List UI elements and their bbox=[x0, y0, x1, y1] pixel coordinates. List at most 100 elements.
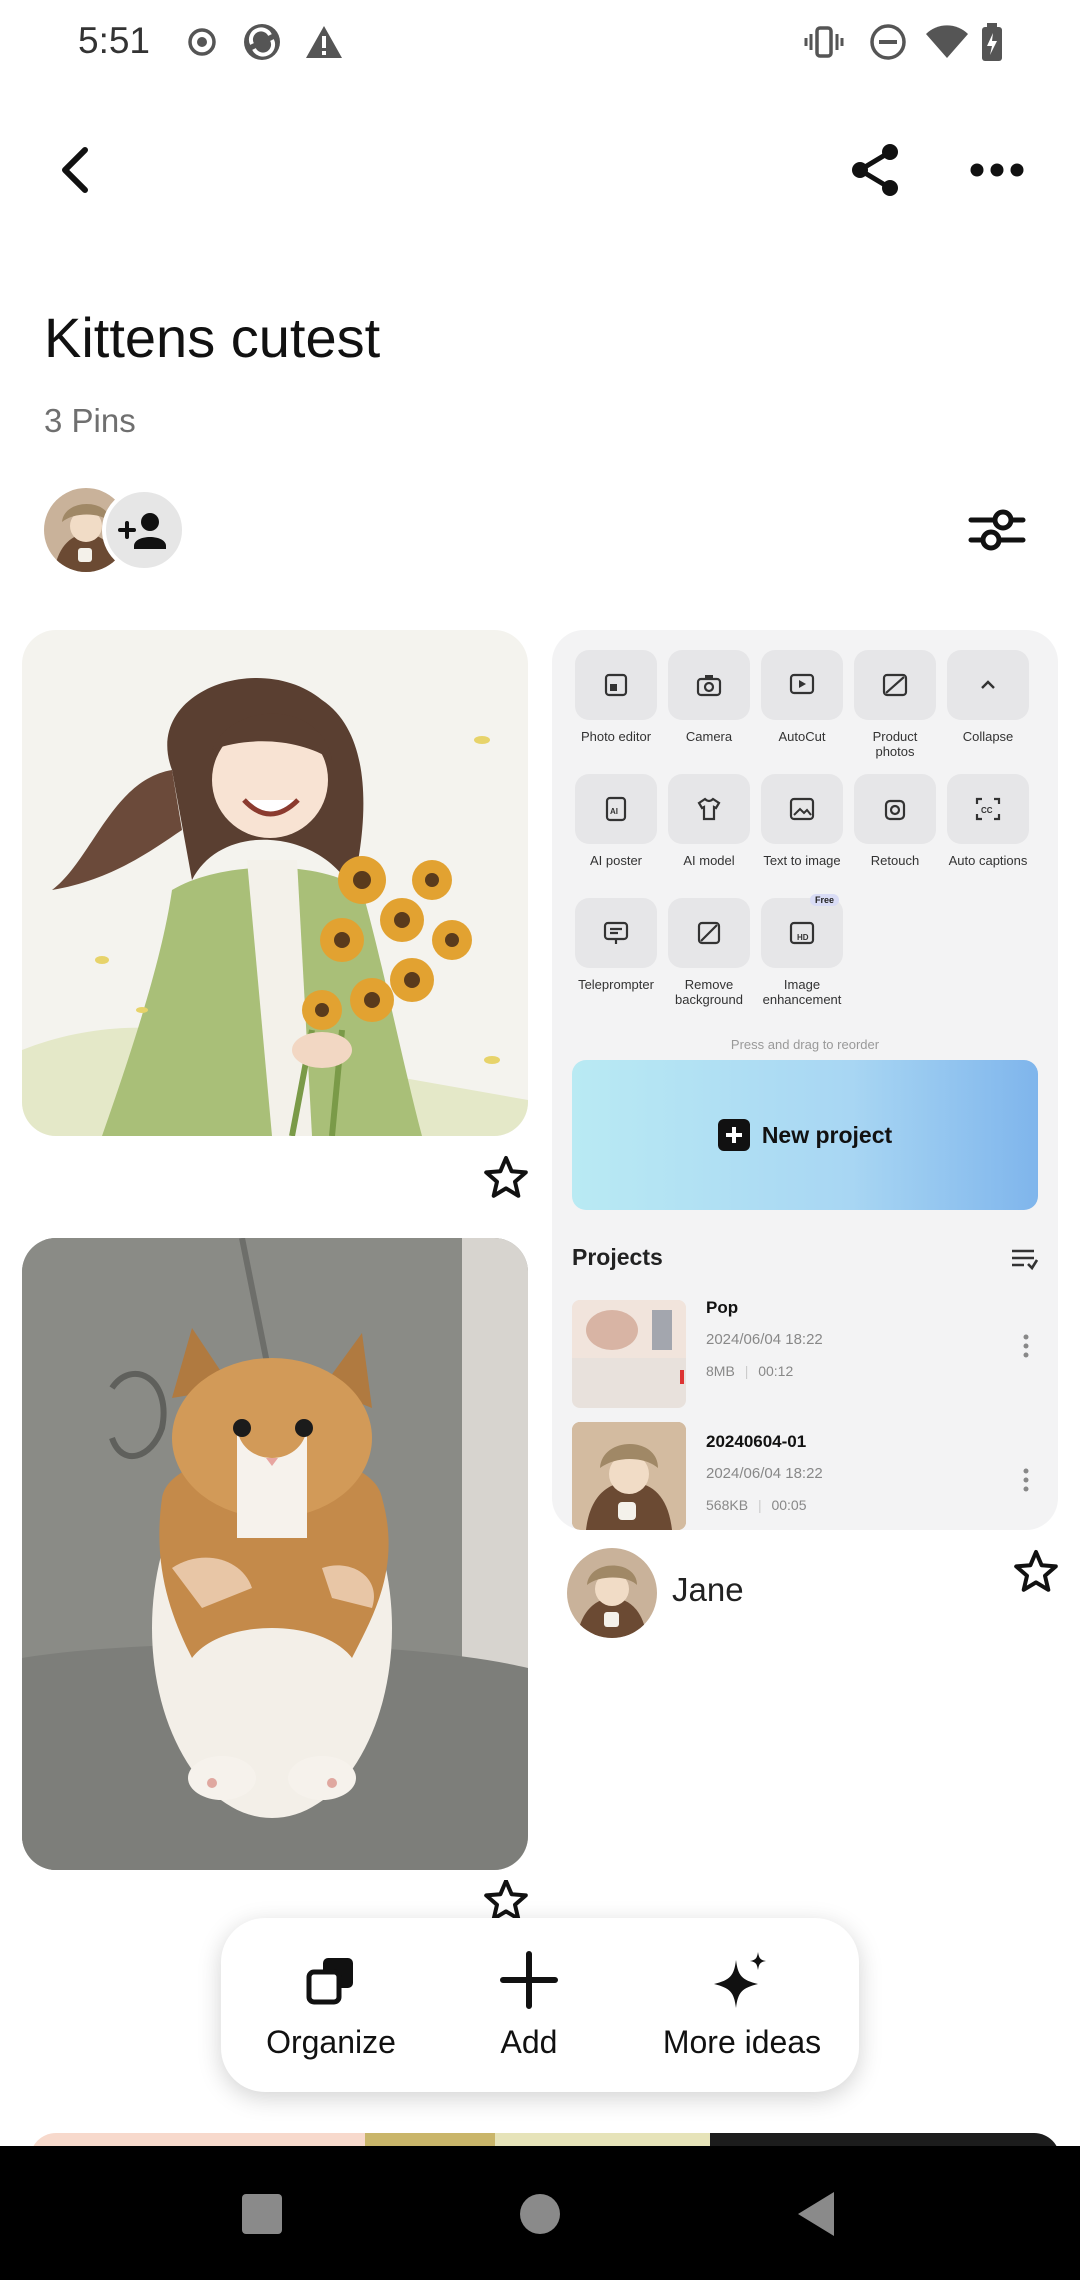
tool-label: AI model bbox=[683, 853, 735, 868]
project-date: 2024/06/04 18:22 bbox=[706, 1465, 823, 1482]
pin-1-artwork bbox=[22, 630, 528, 1136]
photo-editor-icon bbox=[575, 650, 657, 720]
project-meta: 568KB | 00:05 bbox=[706, 1497, 807, 1513]
back-button[interactable] bbox=[35, 130, 115, 210]
sync-app-icon bbox=[242, 22, 282, 62]
tool-auto-captions: CC Auto captions bbox=[946, 774, 1030, 868]
author-avatar[interactable] bbox=[567, 1548, 657, 1638]
status-time: 5:51 bbox=[78, 20, 151, 61]
more-options-button[interactable] bbox=[957, 130, 1037, 210]
teleprompter-icon bbox=[575, 898, 657, 968]
tool-label: Collapse bbox=[962, 729, 1014, 744]
record-icon bbox=[182, 22, 222, 62]
pin-image-1[interactable] bbox=[22, 630, 528, 1136]
tool-label: Image enhancement bbox=[762, 977, 842, 1007]
sort-list-icon bbox=[1010, 1246, 1039, 1272]
filter-button[interactable] bbox=[957, 490, 1037, 570]
add-person-icon bbox=[118, 513, 166, 549]
home-circle-icon[interactable] bbox=[520, 2194, 560, 2234]
chevron-up-icon bbox=[947, 650, 1029, 720]
project-more-icon bbox=[1014, 1460, 1038, 1500]
sliders-icon bbox=[968, 509, 1026, 551]
board-title: Kittens cutest bbox=[44, 306, 381, 369]
tool-collapse: Collapse bbox=[946, 650, 1030, 744]
tool-label: Photo editor bbox=[580, 729, 652, 744]
save-pin-1-button[interactable] bbox=[478, 1149, 534, 1205]
pin-2-photo bbox=[22, 1238, 528, 1870]
reorder-hint: Press and drag to reorder bbox=[730, 1037, 880, 1052]
project-more-icon bbox=[1014, 1326, 1038, 1366]
battery-charging-icon bbox=[980, 22, 1004, 62]
tool-photo-editor: Photo editor bbox=[574, 650, 658, 744]
ai-model-icon bbox=[668, 774, 750, 844]
tool-label: Text to image bbox=[763, 853, 841, 868]
tool-teleprompter: Teleprompter bbox=[574, 898, 658, 992]
free-badge: Free bbox=[809, 894, 839, 906]
back-triangle-icon[interactable] bbox=[796, 2190, 836, 2238]
tool-label: Camera bbox=[685, 729, 733, 744]
tool-remove-background: Remove background bbox=[667, 898, 751, 1007]
warning-icon bbox=[304, 22, 344, 62]
tool-label: Remove background bbox=[675, 977, 743, 1007]
wifi-icon bbox=[924, 22, 970, 62]
retouch-icon bbox=[854, 774, 936, 844]
product-photos-icon bbox=[854, 650, 936, 720]
pin-image-2[interactable] bbox=[22, 1238, 528, 1870]
share-button[interactable] bbox=[836, 130, 916, 210]
project-duration: 00:12 bbox=[758, 1363, 794, 1379]
add-button[interactable]: Add bbox=[459, 1918, 599, 2092]
save-pin-3-button[interactable] bbox=[1008, 1543, 1064, 1599]
more-ideas-button[interactable]: More ideas bbox=[647, 1918, 837, 2092]
organize-button[interactable]: Organize bbox=[251, 1918, 411, 2092]
do-not-disturb-icon bbox=[868, 22, 908, 62]
tool-product-photos: Product photos bbox=[853, 650, 937, 759]
new-project-button: New project bbox=[572, 1060, 1038, 1210]
recents-square-icon[interactable] bbox=[242, 2194, 282, 2234]
organize-label: Organize bbox=[266, 2024, 396, 2060]
tool-label: Product photos bbox=[872, 729, 918, 759]
sparkle-icon bbox=[710, 1948, 774, 2012]
svg-text:CC: CC bbox=[981, 806, 993, 815]
autocut-icon bbox=[761, 650, 843, 720]
project-size: 8MB bbox=[706, 1363, 735, 1379]
tool-label: Teleprompter bbox=[578, 977, 654, 992]
tool-text-to-image: Text to image bbox=[760, 774, 844, 868]
save-pin-2-button[interactable] bbox=[478, 1880, 534, 1920]
ai-poster-icon: AI bbox=[575, 774, 657, 844]
pin-image-3[interactable]: Photo editor Camera AutoCut Product photos C… bbox=[552, 630, 1058, 1530]
star-outline-icon bbox=[484, 1156, 528, 1198]
star-outline-icon bbox=[484, 1880, 528, 1920]
plus-square-icon bbox=[717, 1119, 750, 1151]
svg-text:AI: AI bbox=[610, 807, 618, 816]
tool-camera: Camera bbox=[667, 650, 751, 744]
captions-icon: CC bbox=[947, 774, 1029, 844]
vibrate-icon bbox=[804, 22, 844, 62]
remove-background-icon bbox=[668, 898, 750, 968]
tool-autocut: AutoCut bbox=[760, 650, 844, 744]
tool-label: Retouch bbox=[870, 853, 920, 868]
star-outline-icon bbox=[1014, 1550, 1058, 1592]
chevron-left-icon bbox=[62, 147, 88, 193]
author-avatar-image bbox=[567, 1548, 657, 1638]
text-to-image-icon bbox=[761, 774, 843, 844]
project-meta: 8MB | 00:12 bbox=[706, 1363, 794, 1379]
tool-label: AI poster bbox=[589, 853, 643, 868]
tool-ai-poster: AI AI poster bbox=[574, 774, 658, 868]
project-thumbnail bbox=[572, 1422, 686, 1530]
project-name: Pop bbox=[706, 1298, 739, 1317]
project-duration: 00:05 bbox=[771, 1497, 807, 1513]
add-collaborator-button[interactable] bbox=[102, 488, 186, 572]
new-project-label: New project bbox=[761, 1121, 893, 1148]
author-name[interactable]: Jane bbox=[672, 1571, 744, 1609]
camera-icon bbox=[668, 650, 750, 720]
system-nav-bar bbox=[0, 2146, 1080, 2280]
tool-retouch: Retouch bbox=[853, 774, 937, 868]
share-icon bbox=[852, 144, 898, 196]
more-ideas-label: More ideas bbox=[662, 2024, 822, 2060]
project-thumbnail bbox=[572, 1300, 686, 1408]
projects-heading: Projects bbox=[572, 1244, 663, 1270]
tool-image-enhancement: HD Free Image enhancement bbox=[760, 894, 844, 1007]
plus-icon bbox=[497, 1948, 561, 2012]
more-horizontal-icon bbox=[970, 163, 1024, 177]
hd-icon: HD Free bbox=[761, 894, 843, 968]
